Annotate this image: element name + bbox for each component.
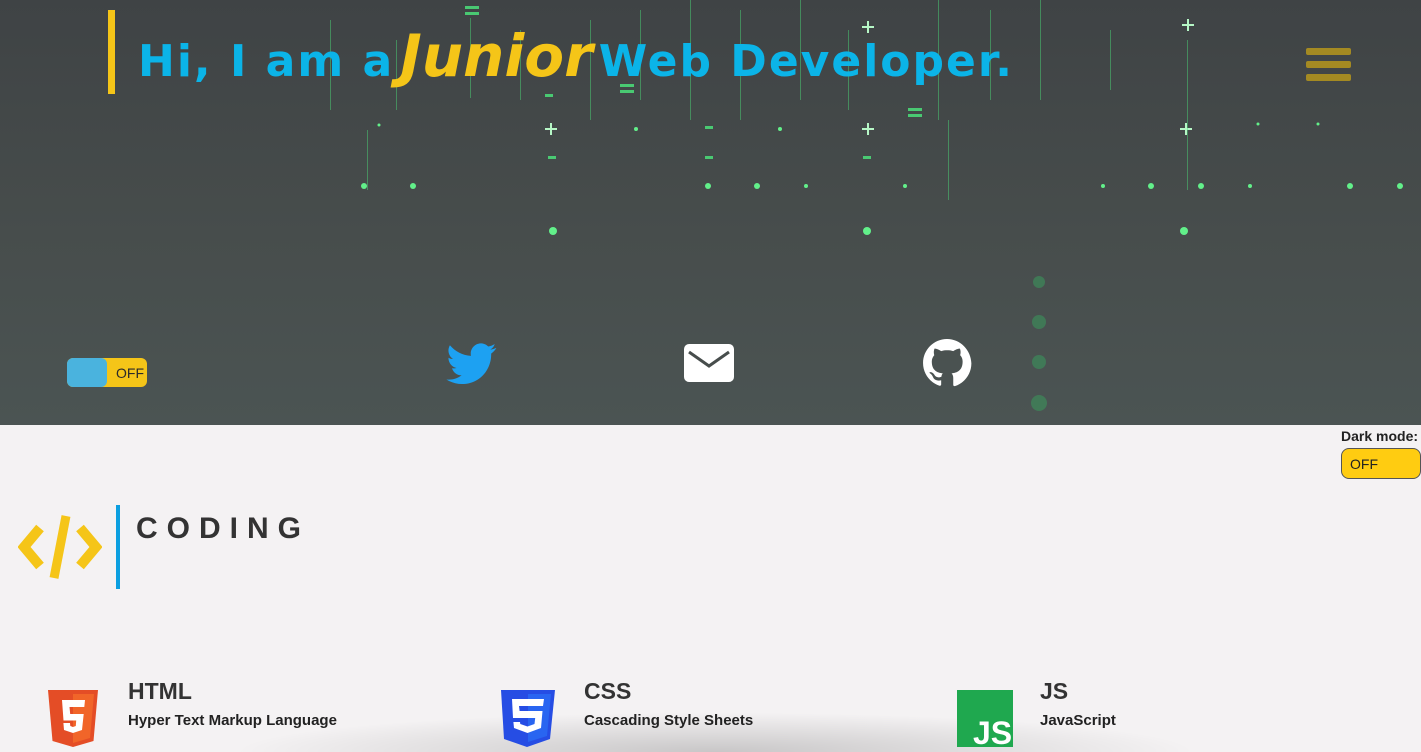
twitter-icon[interactable] [446, 338, 498, 388]
hero-title: Hi, I am a Junior Web Developer. [138, 22, 1014, 92]
theme-toggle-switch[interactable]: OFF [67, 358, 147, 387]
section-title: CODING [136, 512, 310, 545]
toggle-knob [67, 358, 107, 387]
section-accent-bar [116, 505, 120, 589]
skill-description: Hyper Text Markup Language [128, 712, 337, 729]
skill-description: JavaScript [1040, 712, 1116, 729]
skill-name: HTML [128, 678, 192, 704]
html5-icon [48, 690, 98, 747]
hamburger-menu-icon[interactable] [1306, 48, 1352, 88]
title-accent-bar [108, 10, 115, 94]
title-accent: Junior [400, 22, 593, 90]
title-suffix: Web Developer. [598, 36, 1014, 87]
envelope-icon[interactable] [683, 338, 735, 388]
skill-description: Cascading Style Sheets [584, 712, 754, 729]
dark-mode-select[interactable]: OFF [1341, 448, 1421, 479]
hero-banner: Hi, I am a Junior Web Developer. OFF [0, 0, 1421, 425]
skill-name: JS [1040, 678, 1069, 704]
title-prefix: Hi, I am a [138, 36, 395, 87]
javascript-icon: JS [957, 690, 1013, 747]
dark-mode-label: Dark mode: [1341, 428, 1419, 444]
svg-text:JS: JS [973, 715, 1012, 747]
toggle-label: OFF [116, 365, 144, 381]
skill-name: CSS [584, 678, 632, 704]
github-icon[interactable] [921, 338, 973, 388]
css3-icon [501, 690, 555, 747]
code-brackets-icon [18, 515, 102, 579]
